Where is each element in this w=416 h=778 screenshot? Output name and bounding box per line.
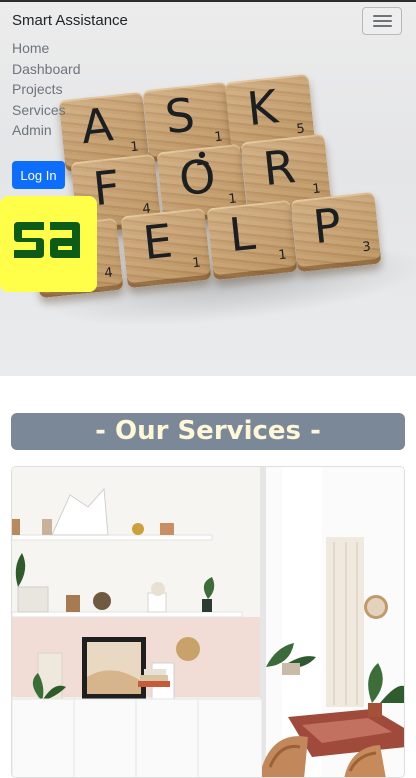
tile-score: 1: [129, 139, 140, 156]
hamburger-menu-icon-bar: [373, 20, 392, 22]
logo-sa-icon: [14, 222, 80, 258]
nav-link-services[interactable]: Services: [12, 100, 81, 121]
tile-score: 1: [191, 255, 202, 272]
scrabble-tile: E 1: [120, 207, 212, 289]
tile-score: 1: [277, 247, 288, 264]
scrabble-tile: P 3: [290, 191, 382, 273]
site-logo[interactable]: [0, 196, 97, 292]
navbar-toggler-button[interactable]: [362, 7, 402, 35]
hamburger-menu-icon-bar: [373, 25, 392, 27]
services-title: - Our Services -: [95, 416, 321, 446]
nav-link-home[interactable]: Home: [12, 38, 81, 59]
services-heading-banner: - Our Services -: [11, 413, 405, 450]
service-card-image: [12, 467, 404, 777]
nav-menu: Home Dashboard Projects Services Admin: [12, 38, 81, 141]
tile-score: 3: [361, 239, 372, 256]
tile-letter: E: [140, 213, 176, 271]
tile-letter: K: [244, 79, 281, 137]
tile-score: 1: [213, 129, 224, 146]
login-button[interactable]: Log In: [12, 161, 65, 189]
top-border: [0, 0, 416, 2]
tile-score: 1: [311, 181, 322, 198]
tile-letter: R: [260, 139, 299, 197]
service-card[interactable]: [11, 466, 405, 778]
nav-link-dashboard[interactable]: Dashboard: [12, 59, 81, 80]
nav-link-admin[interactable]: Admin: [12, 120, 81, 141]
hamburger-menu-icon: [373, 15, 392, 17]
tile-letter: P: [310, 197, 344, 255]
tile-letter: O: [176, 148, 219, 207]
nav-link-projects[interactable]: Projects: [12, 79, 81, 100]
tile-letter: S: [162, 87, 198, 145]
tile-score: 4: [103, 265, 114, 282]
tile-letter: L: [226, 205, 258, 263]
scrabble-tile: L 1: [206, 199, 298, 281]
navbar-brand[interactable]: Smart Assistance: [12, 12, 128, 29]
tile-letter: A: [78, 97, 116, 155]
